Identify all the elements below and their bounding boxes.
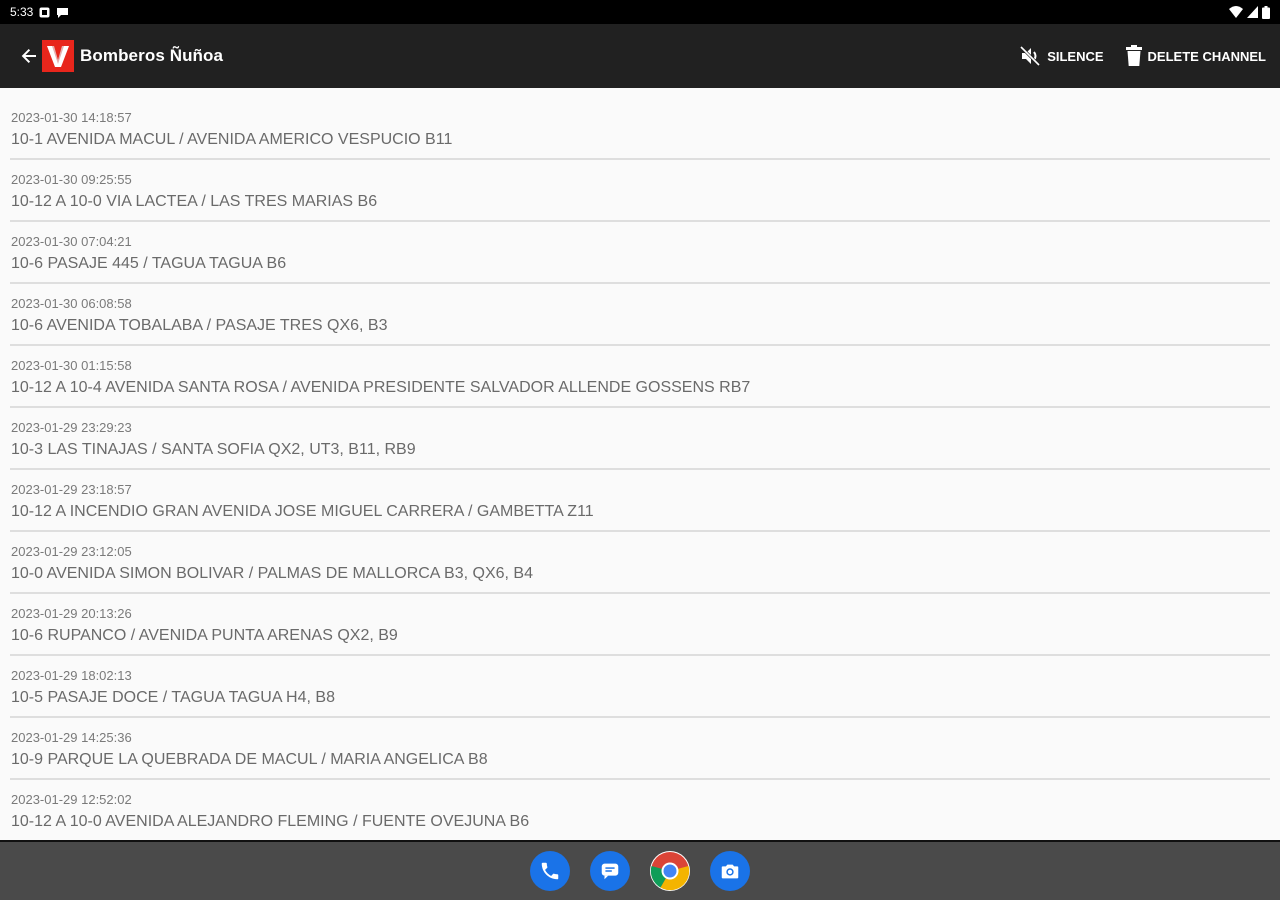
message-timestamp: 2023-01-30 06:08:58: [11, 296, 132, 311]
message-timestamp: 2023-01-30 01:15:58: [11, 358, 132, 373]
notification-icon: [39, 7, 50, 18]
status-left: 5:33: [10, 5, 69, 19]
message-timestamp: 2023-01-29 18:02:13: [11, 668, 132, 683]
message-row[interactable]: 2023-01-29 14:25:36 10-9 PARQUE LA QUEBR…: [10, 718, 1270, 780]
message-row[interactable]: 2023-01-30 14:18:57 10-1 AVENIDA MACUL /…: [10, 98, 1270, 160]
message-text: 10-12 A 10-0 AVENIDA ALEJANDRO FLEMING /…: [11, 813, 530, 830]
phone-app[interactable]: [530, 851, 570, 891]
status-time: 5:33: [10, 5, 34, 19]
chrome-icon: [650, 852, 690, 891]
message-text: 10-6 RUPANCO / AVENIDA PUNTA ARENAS QX2,…: [11, 627, 398, 644]
message-row[interactable]: 2023-01-30 01:15:58 10-12 A 10-4 AVENIDA…: [10, 346, 1270, 408]
phone-icon: [541, 862, 559, 880]
message-timestamp: 2023-01-29 23:29:23: [11, 420, 132, 435]
delete-channel-button[interactable]: DELETE CHANNEL: [1124, 44, 1266, 68]
message-timestamp: 2023-01-30 07:04:21: [11, 234, 132, 249]
camera-app[interactable]: [710, 851, 750, 891]
back-arrow-icon: [21, 49, 36, 63]
message-timestamp: 2023-01-29 14:25:36: [11, 730, 132, 745]
silence-button[interactable]: SILENCE: [1019, 44, 1104, 68]
status-bar: 5:33: [0, 0, 1280, 24]
delete-channel-label: DELETE CHANNEL: [1147, 48, 1266, 64]
message-row[interactable]: 2023-01-29 23:29:23 10-3 LAS TINAJAS / S…: [10, 408, 1270, 470]
back-button[interactable]: [16, 36, 42, 76]
silence-label: SILENCE: [1047, 48, 1104, 64]
status-right: [1229, 5, 1270, 19]
message-text: 10-9 PARQUE LA QUEBRADA DE MACUL / MARIA…: [11, 751, 488, 768]
message-row[interactable]: 2023-01-30 06:08:58 10-6 AVENIDA TOBALAB…: [10, 284, 1270, 346]
messages-icon: [601, 863, 619, 880]
message-timestamp: 2023-01-29 20:13:26: [11, 606, 132, 621]
message-text: 10-5 PASAJE DOCE / TAGUA TAGUA H4, B8: [11, 689, 335, 706]
message-row[interactable]: 2023-01-29 23:18:57 10-12 A INCENDIO GRA…: [10, 470, 1270, 532]
message-timestamp: 2023-01-30 09:25:55: [11, 172, 132, 187]
message-timestamp: 2023-01-29 12:52:02: [11, 792, 132, 807]
message-row[interactable]: 2023-01-30 09:25:55 10-12 A 10-0 VIA LAC…: [10, 160, 1270, 222]
message-timestamp: 2023-01-29 23:18:57: [11, 482, 132, 497]
message-text: 10-0 AVENIDA SIMON BOLIVAR / PALMAS DE M…: [11, 565, 533, 582]
message-row[interactable]: 2023-01-29 12:52:02 10-12 A 10-0 AVENIDA…: [10, 780, 1270, 842]
message-row[interactable]: 2023-01-29 23:12:05 10-0 AVENIDA SIMON B…: [10, 532, 1270, 594]
app-bar-actions: SILENCE DELETE CHANNEL: [1019, 44, 1266, 68]
trash-icon: [1125, 45, 1142, 66]
message-row[interactable]: 2023-01-30 07:04:21 10-6 PASAJE 445 / TA…: [10, 222, 1270, 284]
camera-icon: [721, 864, 739, 879]
message-text: 10-1 AVENIDA MACUL / AVENIDA AMERICO VES…: [11, 131, 453, 148]
message-text: 10-6 AVENIDA TOBALABA / PASAJE TRES QX6,…: [11, 317, 388, 334]
message-text: 10-6 PASAJE 445 / TAGUA TAGUA B6: [11, 255, 287, 272]
signal-icon: [1247, 6, 1258, 18]
wifi-icon: [1229, 6, 1243, 18]
messages-app[interactable]: [590, 851, 630, 891]
chat-notification-icon: [56, 7, 69, 18]
channel-title: Bomberos Ñuñoa: [80, 46, 224, 65]
taskbar-dock: [0, 840, 1280, 900]
message-text: 10-3 LAS TINAJAS / SANTA SOFIA QX2, UT3,…: [11, 441, 416, 458]
message-text: 10-12 A 10-4 AVENIDA SANTA ROSA / AVENID…: [11, 379, 751, 396]
message-timestamp: 2023-01-30 14:18:57: [11, 110, 132, 125]
message-list[interactable]: 2023-01-30 14:18:57 10-1 AVENIDA MACUL /…: [0, 98, 1280, 842]
app-bar: Bomberos Ñuñoa SILENCE DELETE CHANNEL: [0, 24, 1280, 88]
message-timestamp: 2023-01-29 23:12:05: [11, 544, 132, 559]
chrome-app[interactable]: [650, 851, 690, 891]
app-logo: [42, 40, 74, 72]
message-text: 10-12 A INCENDIO GRAN AVENIDA JOSE MIGUE…: [11, 503, 594, 520]
battery-icon: [1262, 5, 1270, 19]
message-text: 10-12 A 10-0 VIA LACTEA / LAS TRES MARIA…: [11, 193, 378, 210]
volume-off-icon: [1020, 45, 1041, 67]
message-row[interactable]: 2023-01-29 18:02:13 10-5 PASAJE DOCE / T…: [10, 656, 1270, 718]
message-row[interactable]: 2023-01-29 20:13:26 10-6 RUPANCO / AVENI…: [10, 594, 1270, 656]
